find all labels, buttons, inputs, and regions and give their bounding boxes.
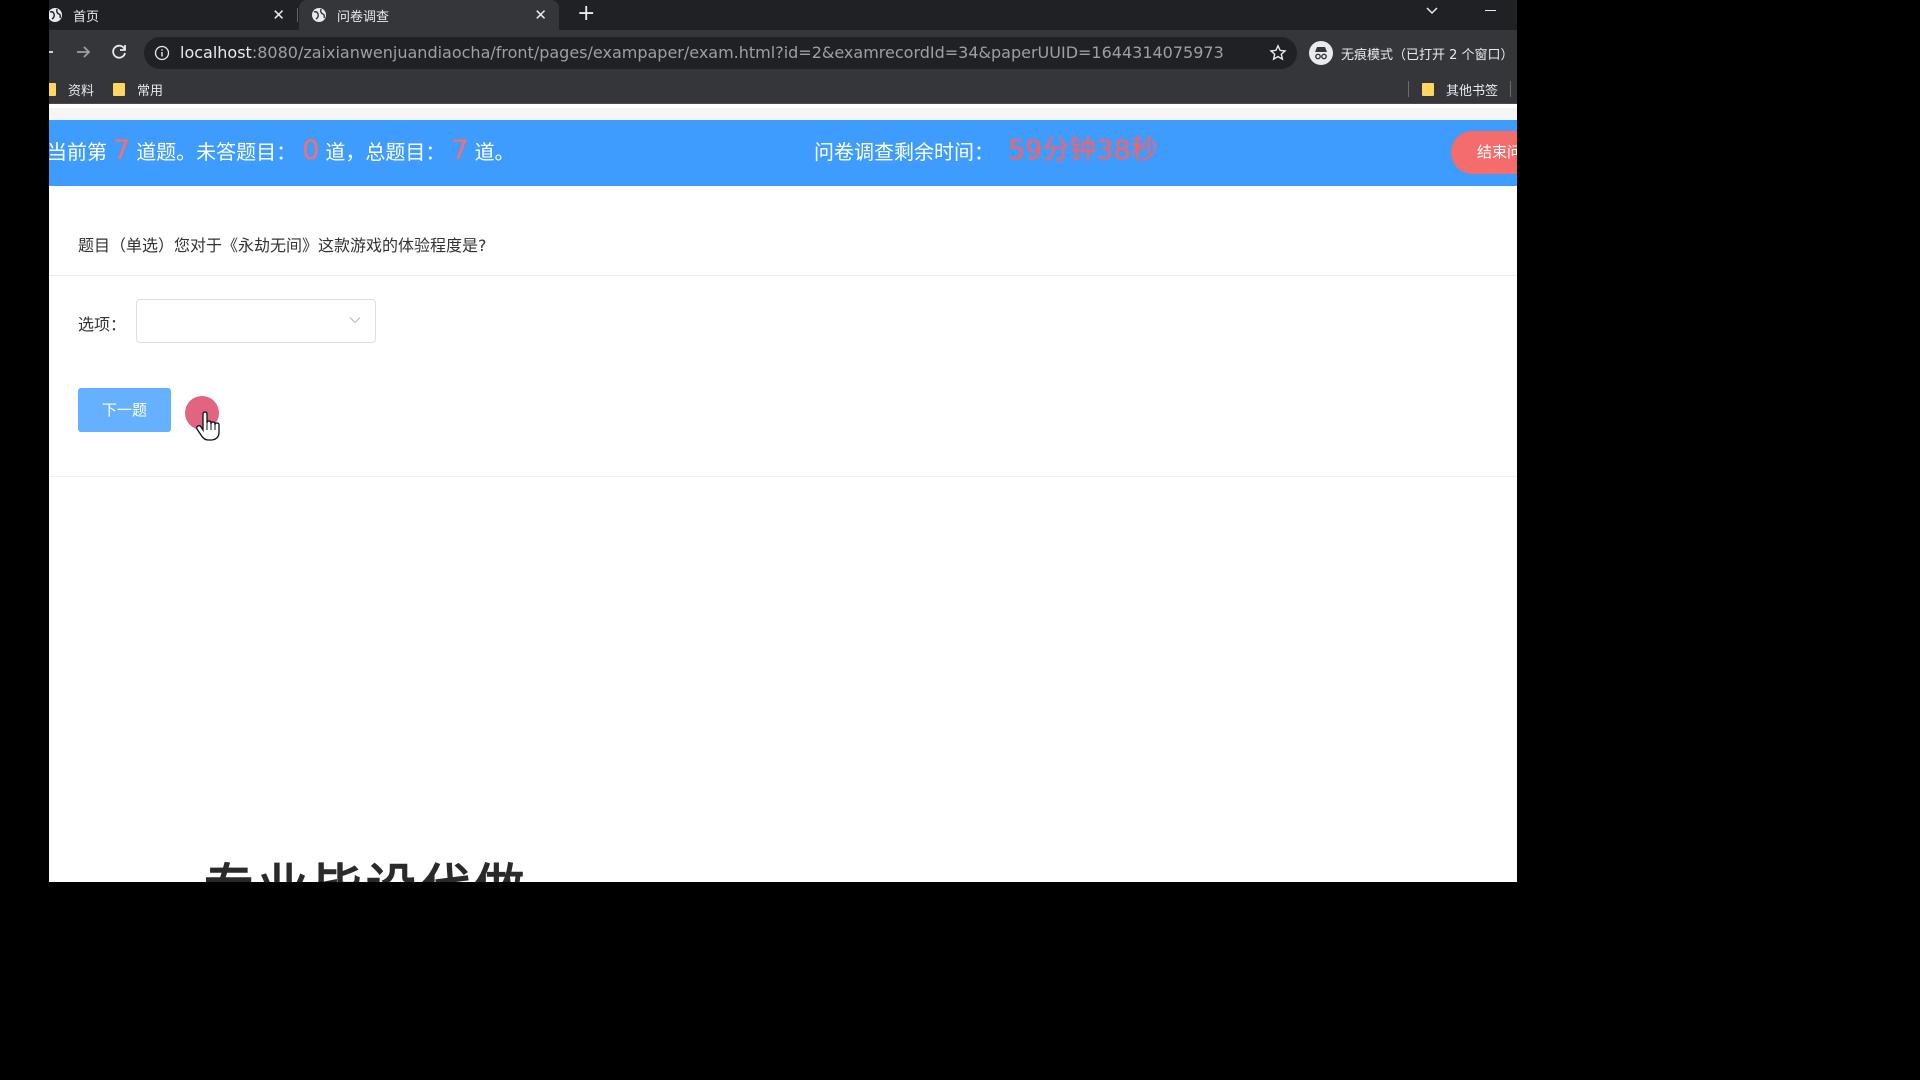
new-tab-plus-icon[interactable]: + bbox=[577, 2, 595, 26]
reload-icon[interactable] bbox=[109, 42, 129, 62]
incognito-icon bbox=[1309, 41, 1333, 65]
exam-status-bar: 当前第 7 道题。未答题目： 0 道，总题目： 7 道。 问卷调查剩余时间： 59分钟38秒 bbox=[49, 120, 1517, 186]
bookmark-folder-changyong[interactable]: 常用 bbox=[113, 75, 163, 103]
bookmark-folder-other[interactable]: 其他书签 bbox=[1422, 75, 1498, 103]
progress-text: 道，总题目： bbox=[325, 140, 446, 164]
folder-icon bbox=[113, 82, 125, 96]
bookmark-folder-ziliao[interactable]: 资料 bbox=[49, 75, 94, 103]
tab-separator bbox=[297, 8, 298, 22]
tab-survey[interactable]: 问卷调查 ✕ bbox=[299, 0, 559, 30]
next-question-button[interactable]: 下一题 bbox=[78, 388, 171, 432]
progress-text: 当前第 bbox=[49, 140, 107, 164]
hand-cursor-icon bbox=[196, 411, 220, 441]
address-bar[interactable]: localhost:8080/zaixianwenjuandiaocha/fro… bbox=[144, 37, 1297, 69]
tab-title: 问卷调查 bbox=[337, 9, 390, 25]
tab-title: 首页 bbox=[73, 9, 100, 25]
total-count: 7 bbox=[451, 135, 469, 166]
chevron-down-icon bbox=[349, 317, 361, 324]
question-divider bbox=[49, 275, 1517, 276]
tab-strip: 首页 ✕ 问卷调查 ✕ + bbox=[49, 0, 1517, 30]
question-text: 题目（单选）您对于《永劫无间》这款游戏的体验程度是? bbox=[78, 236, 487, 255]
minimize-icon[interactable] bbox=[1485, 10, 1496, 11]
chevron-down-icon[interactable] bbox=[1425, 4, 1439, 18]
close-tab-icon[interactable]: ✕ bbox=[534, 6, 547, 24]
bookmark-label: 其他书签 bbox=[1446, 83, 1499, 99]
progress-text: 道。 bbox=[474, 140, 515, 164]
bookmark-divider bbox=[1510, 81, 1511, 97]
unanswered-count: 0 bbox=[302, 135, 320, 166]
progress-text: 道题。未答题目： bbox=[136, 140, 297, 164]
globe-icon bbox=[312, 8, 326, 22]
info-icon[interactable] bbox=[154, 45, 170, 61]
browser-window: 首页 ✕ 问卷调查 ✕ + localhost:8080/zaixianwenj… bbox=[49, 0, 1517, 882]
page-top-gap bbox=[49, 108, 1517, 120]
remaining-time: 问卷调查剩余时间： 59分钟38秒 bbox=[814, 120, 1158, 183]
option-select[interactable] bbox=[136, 299, 376, 343]
bookmark-label: 资料 bbox=[68, 83, 95, 99]
globe-icon bbox=[49, 8, 62, 22]
back-arrow-icon[interactable] bbox=[49, 42, 57, 62]
bookmark-label: 常用 bbox=[137, 83, 164, 99]
incognito-label: 无痕模式（已打开 2 个窗口） bbox=[1341, 47, 1514, 63]
incognito-indicator[interactable]: 无痕模式（已打开 2 个窗口） bbox=[1309, 39, 1514, 67]
browser-toolbar: localhost:8080/zaixianwenjuandiaocha/fro… bbox=[49, 30, 1517, 75]
url-text: localhost:8080/zaixianwenjuandiaocha/fro… bbox=[180, 37, 1224, 69]
bookmarks-bar: 资料 常用 其他书签 bbox=[49, 75, 1517, 104]
question-progress: 当前第 7 道题。未答题目： 0 道，总题目： 7 道。 bbox=[49, 120, 515, 183]
close-tab-icon[interactable]: ✕ bbox=[272, 6, 285, 24]
option-label: 选项： bbox=[78, 315, 127, 334]
time-label: 问卷调查剩余时间： bbox=[814, 140, 994, 164]
countdown-timer: 59分钟38秒 bbox=[1008, 135, 1158, 166]
finish-survey-button[interactable]: 结束问 bbox=[1451, 131, 1517, 174]
url-path: :8080/zaixianwenjuandiaocha/front/pages/… bbox=[251, 43, 1224, 62]
forward-arrow-icon[interactable] bbox=[73, 42, 93, 62]
current-question-number: 7 bbox=[113, 135, 131, 166]
folder-icon bbox=[1422, 82, 1434, 96]
bookmark-star-icon[interactable] bbox=[1269, 44, 1287, 62]
tab-home[interactable]: 首页 ✕ bbox=[49, 0, 297, 30]
content-divider bbox=[49, 476, 1517, 477]
folder-icon bbox=[49, 82, 56, 96]
bookmark-divider bbox=[1408, 81, 1409, 97]
url-host: localhost bbox=[180, 43, 252, 62]
overlay-caption: 专业毕设代做 bbox=[204, 848, 528, 882]
